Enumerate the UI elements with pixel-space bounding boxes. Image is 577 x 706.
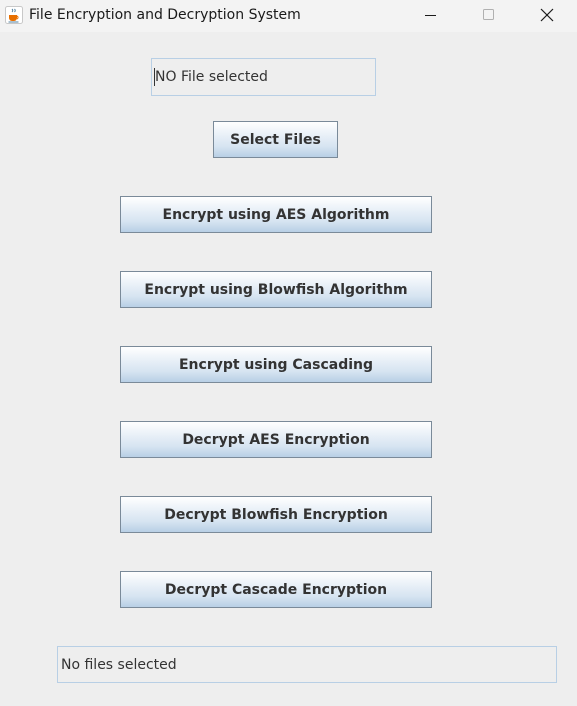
- decrypt-cascade-button[interactable]: Decrypt Cascade Encryption: [120, 571, 432, 608]
- close-icon: [540, 8, 554, 22]
- close-button[interactable]: [517, 0, 575, 32]
- decrypt-aes-button[interactable]: Decrypt AES Encryption: [120, 421, 432, 458]
- select-files-button[interactable]: Select Files: [213, 121, 338, 158]
- status-text: No files selected: [61, 657, 177, 673]
- title-bar[interactable]: File Encryption and Decryption System: [0, 0, 577, 32]
- maximize-button[interactable]: [459, 0, 517, 32]
- selected-file-value: NO File selected: [155, 69, 268, 85]
- decrypt-blowfish-button[interactable]: Decrypt Blowfish Encryption: [120, 496, 432, 533]
- encrypt-cascading-button[interactable]: Encrypt using Cascading: [120, 346, 432, 383]
- encrypt-aes-button[interactable]: Encrypt using AES Algorithm: [120, 196, 432, 233]
- app-window: File Encryption and Decryption System NO…: [0, 0, 577, 706]
- maximize-icon: [483, 9, 494, 20]
- java-coffee-cup-icon[interactable]: [5, 6, 23, 24]
- minimize-button[interactable]: [401, 0, 459, 32]
- minimize-icon: [425, 15, 436, 16]
- window-title: File Encryption and Decryption System: [29, 7, 301, 23]
- encrypt-blowfish-button[interactable]: Encrypt using Blowfish Algorithm: [120, 271, 432, 308]
- status-field[interactable]: No files selected: [57, 646, 557, 683]
- selected-file-field[interactable]: NO File selected: [151, 58, 376, 96]
